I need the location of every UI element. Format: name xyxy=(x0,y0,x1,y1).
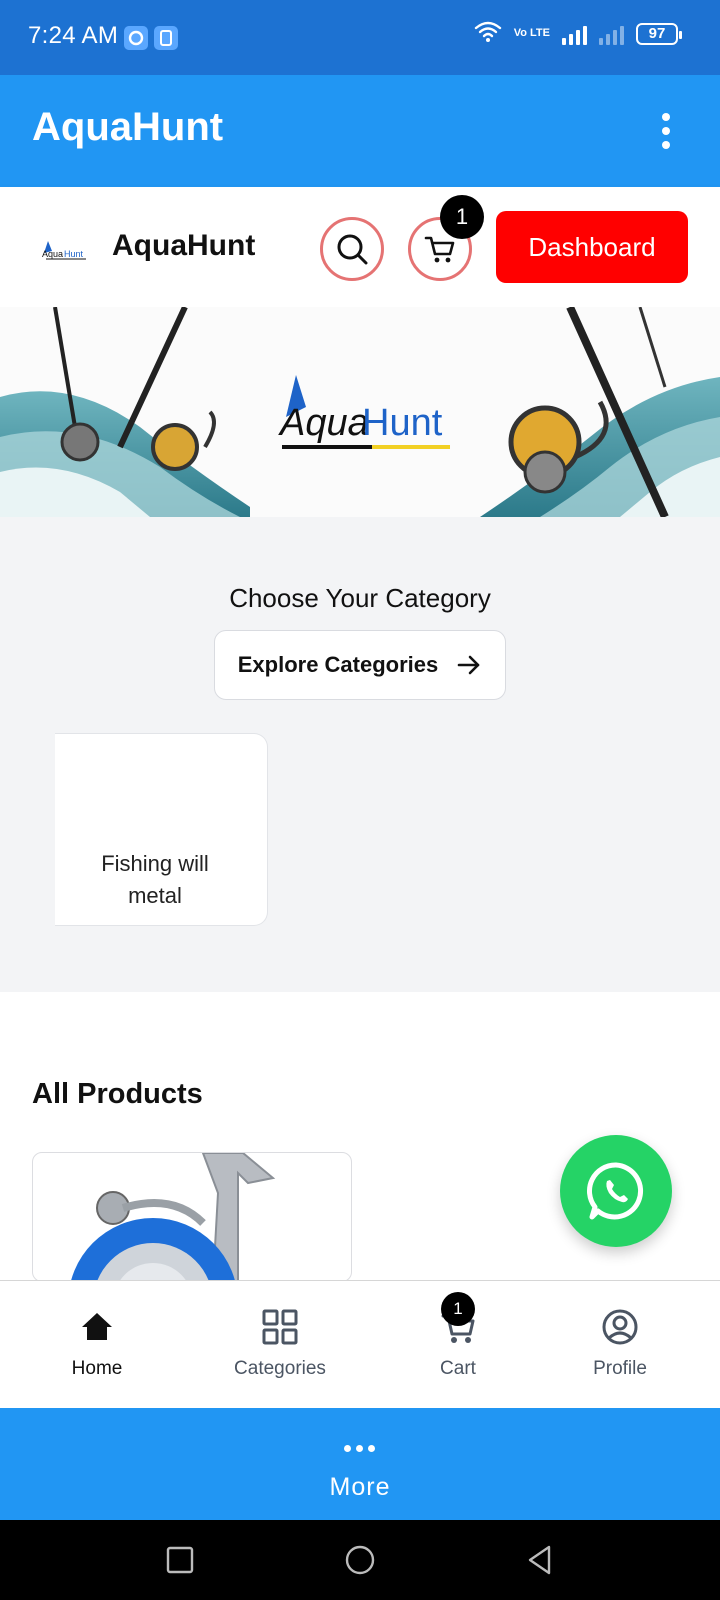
cart-count-badge: 1 xyxy=(440,195,484,239)
brand-name[interactable]: AquaHunt xyxy=(112,229,255,263)
status-indicators: Vo LTE 97 xyxy=(474,20,682,47)
cart-icon xyxy=(424,236,455,263)
banner-logo-text-b: Hunt xyxy=(362,402,443,444)
nav-item-cart[interactable]: 1 Cart xyxy=(378,1281,538,1409)
nav-label-cart: Cart xyxy=(440,1358,476,1379)
banner-logo-text-a: Aqua xyxy=(278,402,369,444)
back-icon[interactable] xyxy=(522,1542,558,1578)
category-heading: Choose Your Category xyxy=(229,583,491,613)
svg-text:Hunt: Hunt xyxy=(64,249,84,259)
battery-icon: 97 xyxy=(636,22,682,45)
category-section: Choose Your Category Explore Categories … xyxy=(0,517,720,992)
grid-icon xyxy=(260,1307,300,1347)
nav-label-home: Home xyxy=(71,1358,123,1379)
whatsapp-icon xyxy=(586,1162,644,1220)
status-bar: 7:24 AM Vo LTE 97 xyxy=(0,0,720,75)
site-header: Aqua Hunt AquaHunt 1 Dashboard xyxy=(0,187,720,307)
dashboard-button[interactable]: Dashboard xyxy=(496,211,688,283)
nav-cart-badge: 1 xyxy=(441,1292,475,1326)
more-dots-icon xyxy=(344,1445,375,1452)
all-products-heading: All Products xyxy=(32,1078,203,1110)
nav-label-categories: Categories xyxy=(234,1358,326,1379)
nav-item-categories[interactable]: Categories xyxy=(200,1281,360,1409)
recents-icon[interactable] xyxy=(162,1542,198,1578)
bottom-navigation: Home Categories 1 Cart Profile xyxy=(0,1280,720,1408)
nav-item-home[interactable]: Home xyxy=(17,1281,177,1409)
home-icon xyxy=(77,1307,117,1347)
brand-logo[interactable]: Aqua Hunt xyxy=(38,231,90,263)
product-image xyxy=(70,1153,276,1281)
app-bar: AquaHunt xyxy=(0,75,720,187)
wifi-icon xyxy=(474,20,502,47)
nav-label-profile: Profile xyxy=(593,1358,647,1379)
arrow-right-icon xyxy=(457,655,480,675)
whatsapp-button[interactable] xyxy=(560,1135,672,1247)
product-card[interactable] xyxy=(32,1152,352,1282)
signal-sim2-icon xyxy=(599,23,624,45)
status-time: 7:24 AM xyxy=(28,22,119,49)
home-system-icon[interactable] xyxy=(342,1542,378,1578)
more-button[interactable]: More xyxy=(0,1408,720,1520)
category-card[interactable]: Fishing will metal xyxy=(55,733,268,926)
app-title: AquaHunt xyxy=(32,105,224,149)
system-navigation-bar xyxy=(0,1520,720,1600)
volte-indicator: Vo LTE xyxy=(513,27,550,39)
hero-banner: Aqua Hunt xyxy=(0,307,720,517)
more-label: More xyxy=(329,1473,391,1501)
explore-categories-label: Explore Categories xyxy=(237,652,439,677)
user-icon xyxy=(600,1307,640,1347)
overflow-menu-icon[interactable] xyxy=(656,113,676,149)
sync-notification-icon xyxy=(124,26,148,50)
app-notification-icon xyxy=(154,26,178,50)
svg-text:Aqua: Aqua xyxy=(42,249,63,259)
nav-item-profile[interactable]: Profile xyxy=(540,1281,700,1409)
explore-categories-button[interactable]: Explore Categories xyxy=(214,630,506,700)
search-button[interactable] xyxy=(320,217,384,281)
search-icon xyxy=(337,234,368,265)
battery-level: 97 xyxy=(648,25,666,42)
category-card-label: Fishing will metal xyxy=(101,851,209,908)
signal-icon xyxy=(562,23,587,45)
